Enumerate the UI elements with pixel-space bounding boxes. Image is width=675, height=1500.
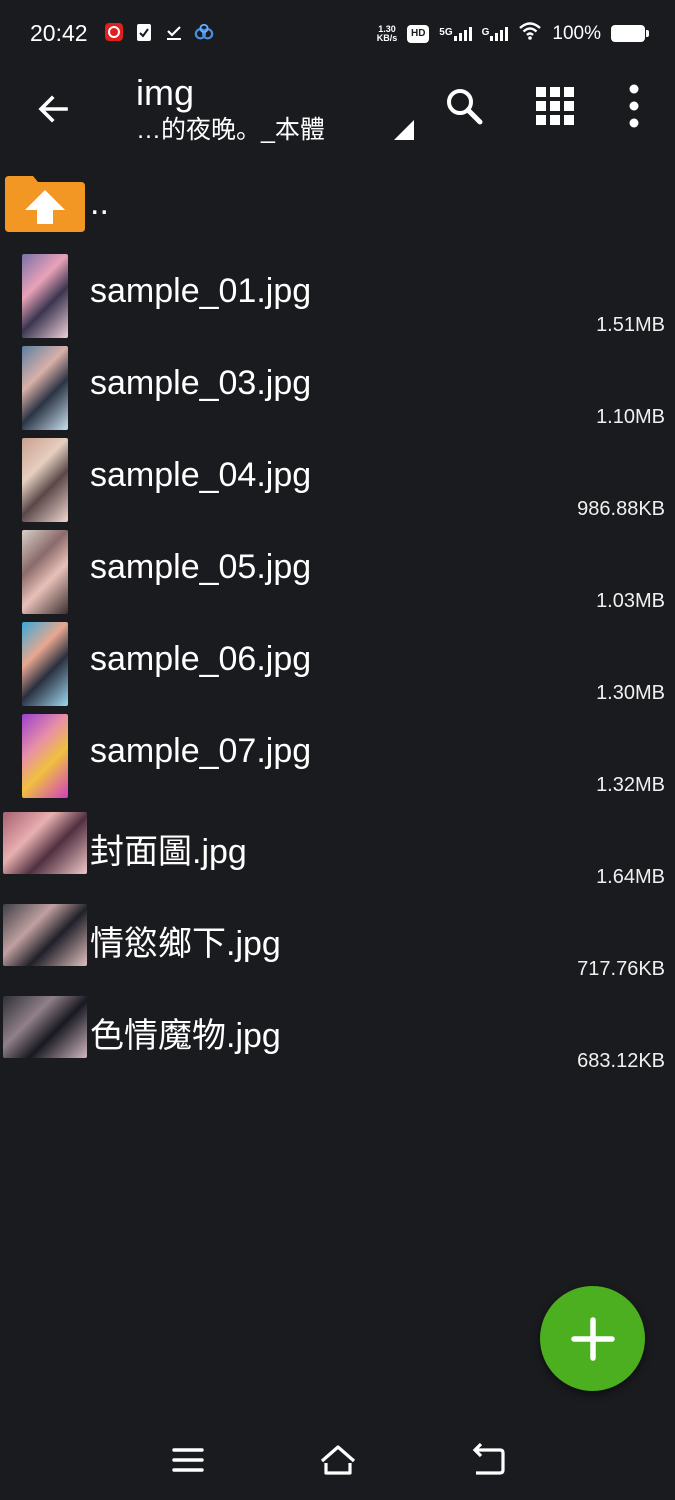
file-size: 1.32MB [596,774,665,796]
folder-up-icon [5,176,85,232]
home-icon [320,1445,356,1475]
netease-music-icon [104,22,124,42]
file-thumbnail [22,438,68,522]
file-row[interactable]: sample_06.jpg 1.30MB [0,618,675,710]
signal-g-icon: G [481,26,509,41]
file-size: 1.51MB [596,314,665,336]
back-button[interactable] [30,86,76,132]
file-thumbnail [3,904,87,966]
parent-directory-label: .. [90,184,109,222]
app-toolbar: img …的夜晚。_本體 [0,68,675,160]
status-time: 20:42 [30,20,88,46]
file-thumbnail [22,714,68,798]
file-thumbnail [22,346,68,430]
path-dropdown-icon[interactable] [394,120,414,140]
file-thumbnail [22,254,68,338]
path-title-block[interactable]: img …的夜晚。_本體 [136,72,325,146]
file-name: 色情魔物.jpg [90,1017,281,1055]
file-row[interactable]: 情慾鄉下.jpg 717.76KB [0,894,675,986]
nav-home-button[interactable] [318,1440,358,1480]
grid-view-button[interactable] [533,84,577,128]
wifi-icon [518,21,542,46]
add-fab-button[interactable] [540,1286,645,1391]
file-name: sample_04.jpg [90,456,312,494]
file-size: 1.10MB [596,406,665,428]
file-thumbnail [22,622,68,706]
file-row[interactable]: sample_05.jpg 1.03MB [0,526,675,618]
system-nav-bar [0,1420,675,1500]
back-icon [472,1442,505,1475]
file-size: 683.12KB [577,1050,665,1072]
signal-g-label: G [481,26,490,38]
net-speed: 1.30 KB/s [376,24,398,43]
file-row[interactable]: sample_07.jpg 1.32MB [0,710,675,802]
search-icon [447,89,483,125]
nav-back-button[interactable] [468,1440,508,1480]
download-done-icon [164,22,184,42]
file-row[interactable]: 色情魔物.jpg 683.12KB [0,986,675,1078]
more-vert-icon [629,84,639,128]
clipboard-check-icon [134,22,154,42]
battery-icon [611,25,649,42]
file-thumbnail [3,812,87,874]
nav-menu-button[interactable] [168,1440,208,1480]
file-name: sample_03.jpg [90,364,312,402]
status-bar: 20:42 1.30 KB/s HD 5G G 100% [0,0,675,68]
file-thumbnail [22,530,68,614]
file-row[interactable]: 封面圖.jpg 1.64MB [0,802,675,894]
more-options-button[interactable] [612,84,656,128]
folder-title: img [136,72,195,113]
file-row[interactable]: sample_01.jpg 1.51MB [0,250,675,342]
search-button[interactable] [442,84,486,128]
file-row[interactable]: sample_03.jpg 1.10MB [0,342,675,434]
hd-icon: HD [407,24,430,43]
file-size: 1.03MB [596,590,665,612]
folder-subtitle: …的夜晚。_本體 [136,116,325,144]
battery-percent: 100% [552,22,601,44]
signal-5g-icon: 5G [439,26,472,41]
file-name: sample_01.jpg [90,272,312,310]
file-name: sample_06.jpg [90,640,312,678]
grid-view-icon [536,87,574,125]
file-name: 封面圖.jpg [90,833,247,871]
file-thumbnail [3,996,87,1058]
file-row[interactable]: sample_04.jpg 986.88KB [0,434,675,526]
file-name: 情慾鄉下.jpg [90,925,281,963]
notification-icons [104,22,214,42]
file-size: 1.30MB [596,682,665,704]
net-speed-unit: KB/s [376,32,398,43]
signal-5g-label: 5G [439,26,453,38]
file-size: 986.88KB [577,498,665,520]
cloud-app-icon [194,22,214,42]
file-name: sample_05.jpg [90,548,312,586]
system-icons: 1.30 KB/s HD 5G G 100% [376,21,649,46]
file-size: 717.76KB [577,958,665,980]
file-name: sample_07.jpg [90,732,312,770]
file-size: 1.64MB [596,866,665,888]
menu-icon [172,1448,204,1472]
back-arrow-icon [38,95,68,123]
parent-directory-row[interactable]: .. [0,162,675,250]
file-list: .. sample_01.jpg 1.51MB sample_03.jpg 1.10M… [0,162,675,1078]
plus-icon [570,1316,615,1361]
